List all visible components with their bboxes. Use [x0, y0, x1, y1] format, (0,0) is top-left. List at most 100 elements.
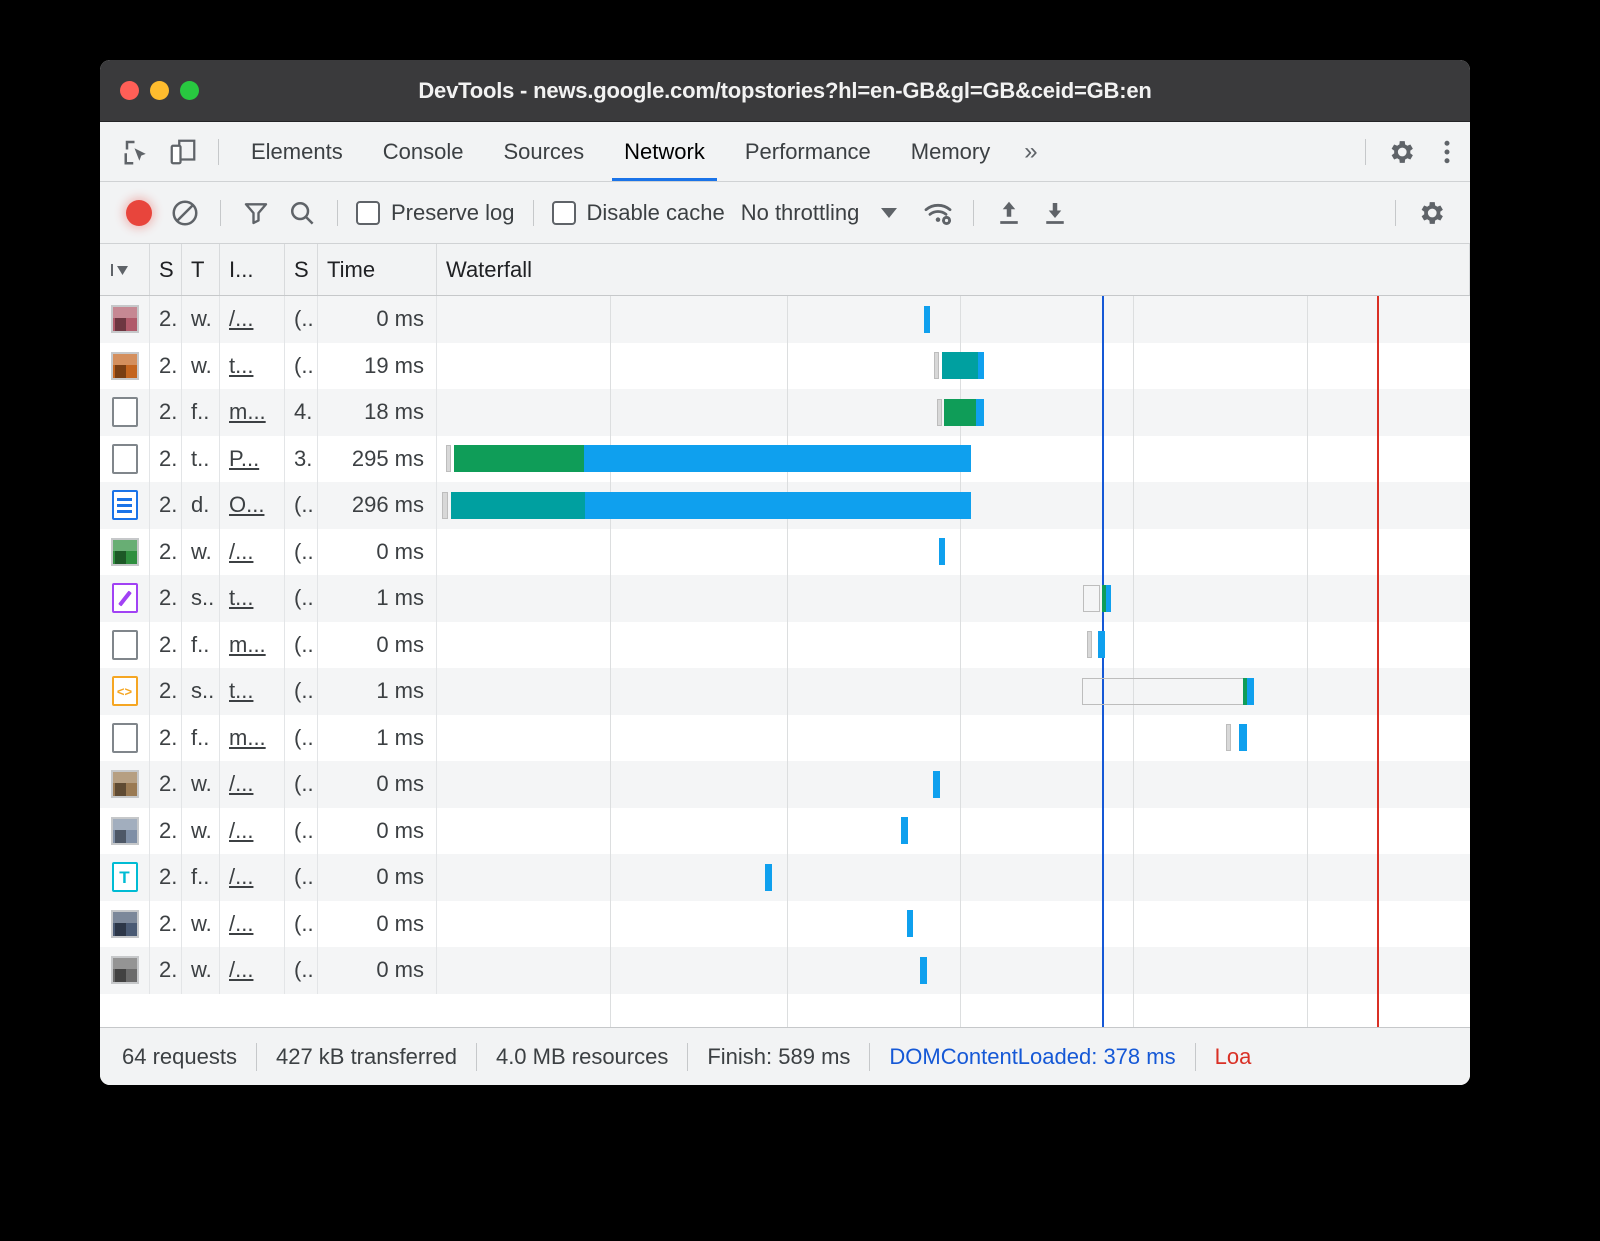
- cell-size: (..: [285, 668, 318, 715]
- table-row[interactable]: 2.f..m...(..1 ms: [100, 715, 1470, 762]
- network-settings-gear-icon[interactable]: [1408, 192, 1454, 234]
- status-text: 2.: [159, 585, 177, 611]
- initiator-text[interactable]: m...: [229, 725, 266, 751]
- export-har-icon[interactable]: [1032, 192, 1078, 234]
- tab-performance[interactable]: Performance: [725, 122, 891, 181]
- initiator-text[interactable]: /...: [229, 911, 253, 937]
- tab-label: Elements: [251, 139, 343, 165]
- cell-size: (..: [285, 575, 318, 622]
- cell-time: 0 ms: [318, 808, 437, 855]
- table-row[interactable]: <>2.s..t...(..1 ms: [100, 668, 1470, 715]
- finish-time: Finish: 589 ms: [707, 1044, 850, 1070]
- table-row[interactable]: 2.w./...(..0 ms: [100, 901, 1470, 948]
- table-row[interactable]: 2.w./...(..0 ms: [100, 529, 1470, 576]
- size-text: (..: [294, 911, 314, 937]
- disable-cache-checkbox[interactable]: Disable cache: [546, 200, 731, 226]
- time-text: 19 ms: [364, 353, 424, 379]
- initiator-text[interactable]: /...: [229, 957, 253, 983]
- row-type-icon-cell: [100, 482, 150, 529]
- initiator-text[interactable]: /...: [229, 539, 253, 565]
- initiator-text[interactable]: t...: [229, 678, 253, 704]
- close-window-button[interactable]: [120, 81, 139, 100]
- cell-type: w.: [182, 296, 220, 343]
- table-row[interactable]: 2.s..t...(..1 ms: [100, 575, 1470, 622]
- initiator-text[interactable]: P...: [229, 446, 259, 472]
- column-header-time[interactable]: Time: [318, 244, 437, 295]
- table-row[interactable]: 2.w./...(..0 ms: [100, 761, 1470, 808]
- minimize-window-button[interactable]: [150, 81, 169, 100]
- table-row[interactable]: 2.w./...(..0 ms: [100, 296, 1470, 343]
- throttling-select-value[interactable]: No throttling: [731, 200, 860, 226]
- initiator-text[interactable]: m...: [229, 632, 266, 658]
- cell-waterfall: [437, 901, 1470, 948]
- icon-glyph: <>: [112, 676, 138, 706]
- more-tabs-button[interactable]: »: [1010, 138, 1051, 166]
- initiator-text[interactable]: /...: [229, 771, 253, 797]
- row-type-icon-cell: T: [100, 854, 150, 901]
- column-header-initiator[interactable]: I...: [220, 244, 285, 295]
- cell-initiator: /...: [220, 947, 285, 994]
- tab-memory[interactable]: Memory: [891, 122, 1010, 181]
- initiator-text[interactable]: m...: [229, 399, 266, 425]
- column-header-sort[interactable]: [100, 244, 150, 295]
- table-row[interactable]: T2.f../...(..0 ms: [100, 854, 1470, 901]
- inspect-element-icon[interactable]: [114, 131, 160, 173]
- table-row[interactable]: 2.w./...(..0 ms: [100, 808, 1470, 855]
- initiator-text[interactable]: t...: [229, 353, 253, 379]
- cell-initiator: /...: [220, 761, 285, 808]
- gear-icon[interactable]: [1378, 131, 1424, 173]
- initiator-text[interactable]: /...: [229, 306, 253, 332]
- cell-size: (..: [285, 715, 318, 762]
- initiator-text[interactable]: t...: [229, 585, 253, 611]
- cell-waterfall: [437, 575, 1470, 622]
- checkbox-box: [356, 201, 380, 225]
- size-text: (..: [294, 864, 314, 890]
- table-row[interactable]: 2.w./...(..0 ms: [100, 947, 1470, 994]
- table-row[interactable]: 2.w.t...(..19 ms: [100, 343, 1470, 390]
- column-header-type[interactable]: T: [182, 244, 220, 295]
- more-vertical-icon[interactable]: [1424, 131, 1470, 173]
- record-button[interactable]: [116, 192, 162, 234]
- column-header-status[interactable]: S: [150, 244, 182, 295]
- network-conditions-icon[interactable]: [915, 192, 961, 234]
- column-header-size[interactable]: S: [285, 244, 318, 295]
- status-text: 2.: [159, 818, 177, 844]
- size-text: (..: [294, 771, 314, 797]
- table-row[interactable]: 2.f..m...(..0 ms: [100, 622, 1470, 669]
- type-text: w.: [191, 539, 212, 565]
- tab-network[interactable]: Network: [604, 122, 725, 181]
- status-text: 2.: [159, 911, 177, 937]
- cell-initiator: /...: [220, 808, 285, 855]
- time-text: 0 ms: [376, 632, 424, 658]
- cell-time: 1 ms: [318, 575, 437, 622]
- window-title: DevTools - news.google.com/topstories?hl…: [100, 78, 1470, 104]
- resources-size: 4.0 MB resources: [496, 1044, 668, 1070]
- initiator-text[interactable]: /...: [229, 864, 253, 890]
- tab-sources[interactable]: Sources: [483, 122, 604, 181]
- chevron-down-icon[interactable]: [881, 208, 897, 218]
- cell-status: 2.: [150, 343, 182, 390]
- table-row[interactable]: 2.d.O...(..296 ms: [100, 482, 1470, 529]
- cell-size: 4.: [285, 389, 318, 436]
- search-icon[interactable]: [279, 192, 325, 234]
- tab-console[interactable]: Console: [363, 122, 484, 181]
- table-row[interactable]: 2.t..P...3.295 ms: [100, 436, 1470, 483]
- filter-icon[interactable]: [233, 192, 279, 234]
- row-type-icon-cell: [100, 622, 150, 669]
- column-header-waterfall[interactable]: Waterfall: [437, 244, 1470, 295]
- initiator-text[interactable]: O...: [229, 492, 264, 518]
- initiator-text[interactable]: /...: [229, 818, 253, 844]
- requests-table: S T I... S Time Waterfall 2.w./...(..0 m…: [100, 244, 1470, 1027]
- clear-icon[interactable]: [162, 192, 208, 234]
- import-har-icon[interactable]: [986, 192, 1032, 234]
- maximize-window-button[interactable]: [180, 81, 199, 100]
- device-toolbar-icon[interactable]: [160, 131, 206, 173]
- tab-elements[interactable]: Elements: [231, 122, 363, 181]
- table-row[interactable]: 2.f..m...4.18 ms: [100, 389, 1470, 436]
- status-text: 2.: [159, 632, 177, 658]
- window-controls: [100, 81, 199, 100]
- cell-initiator: t...: [220, 575, 285, 622]
- type-text: f..: [191, 632, 209, 658]
- preserve-log-checkbox[interactable]: Preserve log: [350, 200, 521, 226]
- type-text: d.: [191, 492, 209, 518]
